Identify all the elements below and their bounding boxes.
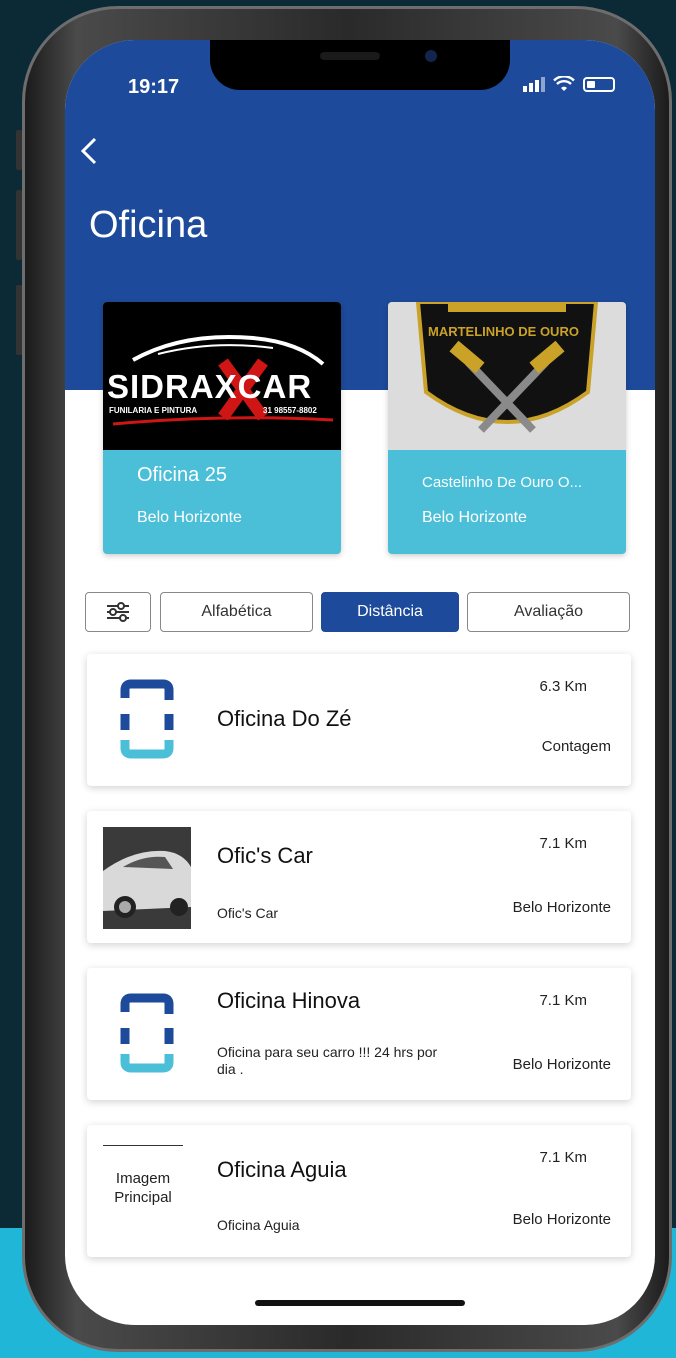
item-name: Oficina Do Zé <box>217 706 352 731</box>
app-logo-thumb <box>103 984 191 1084</box>
logo-text: SIDRAXCAR <box>107 368 313 405</box>
home-indicator[interactable] <box>255 1300 465 1306</box>
item-description: Ofic's Car <box>217 905 279 921</box>
item-description: Oficina Aguia <box>217 1217 300 1233</box>
filter-distancia[interactable]: Distância <box>321 592 459 632</box>
placeholder-rule <box>103 1145 183 1146</box>
camera <box>425 50 437 62</box>
logo-phone: 31 98557-8802 <box>263 406 317 415</box>
item-name: Oficina Aguia <box>217 1157 347 1182</box>
filter-alfabetica[interactable]: Alfabética <box>160 592 313 632</box>
car-photo-thumb <box>103 827 191 929</box>
volume-up-button <box>16 190 22 260</box>
list-item-oficina-hinova[interactable]: Oficina Hinova Oficina para seu carro !!… <box>87 968 631 1100</box>
speaker <box>320 52 380 60</box>
sliders-icon <box>107 602 129 622</box>
hinova-logo-icon <box>120 679 174 759</box>
status-icons <box>523 76 615 92</box>
signal-icon <box>523 77 545 92</box>
item-description: Oficina para seu carro !!! 24 hrs por di… <box>217 1044 438 1077</box>
placeholder-thumb: Imagem Principal <box>103 1139 183 1239</box>
hinova-logo-icon <box>120 993 174 1073</box>
featured-city: Belo Horizonte <box>422 509 527 526</box>
page-title: Oficina <box>89 204 208 246</box>
featured-image: SIDRAXCAR FUNILARIA E PINTURA 31 98557-8… <box>103 302 341 450</box>
featured-card-castelinho[interactable]: MARTELINHO DE OURO Castelinho De Ouro O.… <box>388 302 626 554</box>
featured-title: Oficina 25 <box>137 464 228 486</box>
item-distance: 7.1 Km <box>539 835 587 852</box>
app-logo-thumb <box>103 670 191 770</box>
list-item-oficina-aguia[interactable]: Imagem Principal Oficina Aguia Oficina A… <box>87 1125 631 1257</box>
item-distance: 6.3 Km <box>539 678 587 695</box>
notch <box>210 40 510 90</box>
logo-text: MARTELINHO DE OURO <box>428 324 579 339</box>
item-distance: 7.1 Km <box>539 1149 587 1166</box>
car-image <box>103 827 191 929</box>
item-city: Belo Horizonte <box>512 899 611 916</box>
battery-icon <box>583 76 615 92</box>
logo-subtext: FUNILARIA E PINTURA <box>109 406 198 415</box>
volume-down-button <box>16 285 22 355</box>
list-item-oficina-do-ze[interactable]: Oficina Do Zé 6.3 Km Contagem <box>87 654 631 786</box>
item-name: Oficina Hinova <box>217 988 361 1013</box>
chevron-left-icon <box>80 137 97 165</box>
featured-title: Castelinho De Ouro O... <box>422 474 583 491</box>
item-city: Belo Horizonte <box>512 1056 611 1073</box>
item-city: Contagem <box>541 738 611 755</box>
app-screen: 19:17 Oficina SIDRAXCAR FUNILARIA E PINT… <box>65 40 655 1325</box>
item-city: Belo Horizonte <box>512 1211 611 1228</box>
item-distance: 7.1 Km <box>539 992 587 1009</box>
item-name: Ofic's Car <box>217 843 313 868</box>
featured-card-oficina-25[interactable]: SIDRAXCAR FUNILARIA E PINTURA 31 98557-8… <box>103 302 341 554</box>
back-button[interactable] <box>79 136 99 172</box>
list-item-ofics-car[interactable]: Ofic's Car Ofic's Car 7.1 Km Belo Horizo… <box>87 811 631 943</box>
wifi-icon <box>553 76 575 91</box>
featured-image: MARTELINHO DE OURO <box>388 302 626 450</box>
placeholder-text: Imagem Principal <box>114 1170 172 1206</box>
mute-switch <box>16 130 22 170</box>
status-time: 19:17 <box>128 76 180 98</box>
filter-settings-button[interactable] <box>85 592 151 632</box>
filter-avaliacao[interactable]: Avaliação <box>467 592 630 632</box>
featured-city: Belo Horizonte <box>137 509 242 526</box>
